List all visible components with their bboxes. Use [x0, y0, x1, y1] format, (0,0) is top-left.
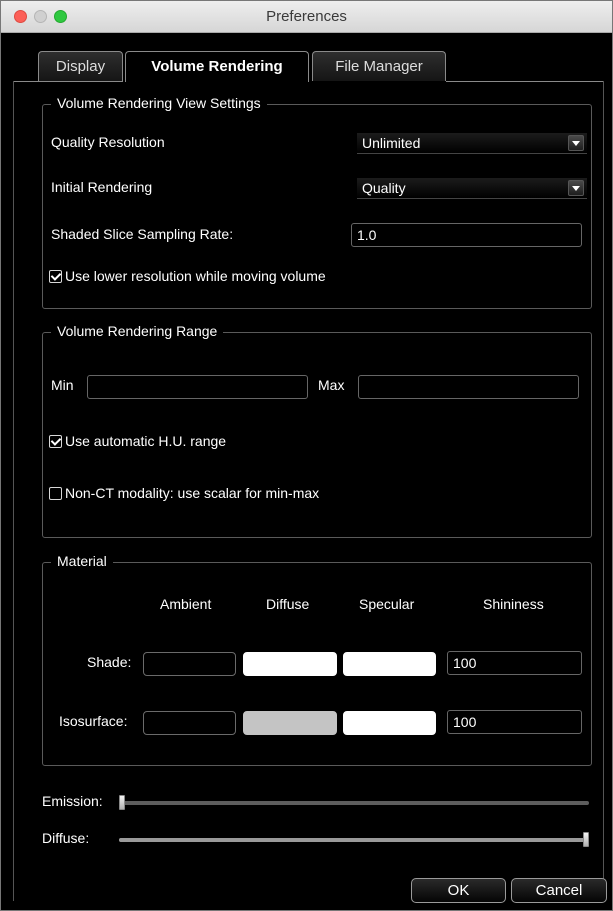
shade-diffuse-swatch[interactable]: [243, 652, 337, 676]
auto-hu-checkbox[interactable]: [49, 435, 62, 448]
diffuse-slider[interactable]: [119, 832, 589, 847]
column-specular: Specular: [359, 596, 415, 612]
max-label: Max: [318, 377, 345, 393]
shade-label: Shade:: [87, 654, 132, 670]
isosurface-label: Isosurface:: [59, 713, 128, 729]
diffuse-label: Diffuse:: [42, 830, 90, 846]
view-settings-legend: Volume Rendering View Settings: [51, 95, 267, 111]
isosurface-diffuse-swatch[interactable]: [243, 711, 337, 735]
initial-rendering-value: Quality: [362, 180, 406, 196]
auto-hu-label: Use automatic H.U. range: [65, 433, 227, 449]
column-shininess: Shininess: [483, 596, 544, 612]
initial-rendering-select[interactable]: Quality: [357, 178, 587, 199]
ok-button[interactable]: OK: [411, 878, 506, 903]
min-input[interactable]: [87, 375, 308, 399]
max-input[interactable]: [358, 375, 579, 399]
quality-resolution-value: Unlimited: [362, 135, 421, 151]
material-legend: Material: [51, 553, 113, 569]
shade-ambient-swatch[interactable]: [143, 652, 236, 676]
emission-slider[interactable]: [119, 795, 589, 810]
initial-rendering-label: Initial Rendering: [51, 179, 153, 195]
shaded-slice-input[interactable]: 1.0: [351, 223, 582, 247]
lower-resolution-label: Use lower resolution while moving volume: [65, 268, 326, 284]
diffuse-slider-thumb[interactable]: [583, 832, 589, 847]
preferences-window: Preferences Display Volume Rendering Fil…: [0, 0, 613, 911]
cancel-button[interactable]: Cancel: [511, 878, 607, 903]
emission-label: Emission:: [42, 793, 103, 809]
isosurface-specular-swatch[interactable]: [343, 711, 436, 735]
quality-resolution-select[interactable]: Unlimited: [357, 133, 587, 154]
chevron-down-icon: [568, 135, 584, 151]
diffuse-slider-fill: [119, 838, 586, 842]
shaded-slice-label: Shaded Slice Sampling Rate:: [51, 226, 234, 242]
window-title: Preferences: [266, 8, 347, 25]
non-ct-label: Non-CT modality: use scalar for min-max: [65, 485, 320, 501]
title-bar: Preferences: [1, 1, 612, 33]
tab-file-manager[interactable]: File Manager: [312, 51, 446, 81]
chevron-down-icon: [568, 180, 584, 196]
column-diffuse: Diffuse: [266, 596, 310, 612]
min-label: Min: [51, 377, 74, 393]
shade-shininess-input[interactable]: 100: [447, 651, 582, 675]
shade-specular-swatch[interactable]: [343, 652, 436, 676]
column-ambient: Ambient: [160, 596, 212, 612]
lower-resolution-checkbox[interactable]: [49, 270, 62, 283]
rendering-range-legend: Volume Rendering Range: [51, 323, 224, 339]
isosurface-shininess-input[interactable]: 100: [447, 710, 582, 734]
quality-resolution-label: Quality Resolution: [51, 134, 165, 150]
tab-volume-rendering[interactable]: Volume Rendering: [125, 51, 309, 82]
non-ct-checkbox[interactable]: [49, 487, 62, 500]
emission-slider-thumb[interactable]: [119, 795, 125, 810]
tab-display[interactable]: Display: [38, 51, 123, 81]
isosurface-ambient-swatch[interactable]: [143, 711, 236, 735]
